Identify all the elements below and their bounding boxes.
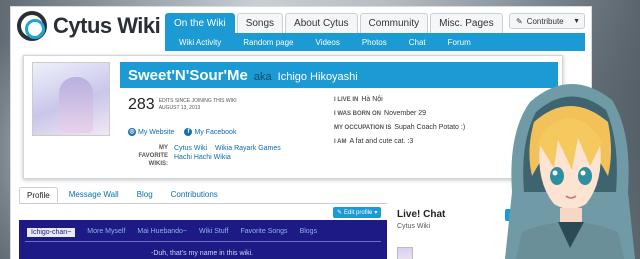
favorite-wiki-link[interactable]: Hachi Hachi Wikia xyxy=(174,154,231,161)
info-row-occupation: MY OCCUPATION IS Supah Coach Potato :) xyxy=(334,124,466,131)
subnav-photos[interactable]: Photos xyxy=(362,38,387,47)
cytus-logo-icon xyxy=(17,11,47,41)
tab-profile[interactable]: Profile xyxy=(19,187,58,203)
nav-tab-community[interactable]: Community xyxy=(359,13,429,33)
panel-tab-wiki-stuff[interactable]: Wiki Stuff xyxy=(199,228,228,237)
subnav-wiki-activity[interactable]: Wiki Activity xyxy=(179,38,221,47)
profile-content-panel: Ichigo-chan~ More Myself Mai Huebando~ W… xyxy=(19,220,387,259)
website-link[interactable]: ◎ My Website xyxy=(128,128,174,136)
tab-message-wall[interactable]: Message Wall xyxy=(62,187,126,203)
info-row-about: I AM A fat and cute cat. :3 xyxy=(334,138,414,145)
avatar-image xyxy=(59,77,93,133)
main-nav: On the Wiki Songs About Cytus Community … xyxy=(165,13,503,33)
favorite-wikis: MY FAVORITE WIKIS: Cytus Wiki Wikia Raya… xyxy=(128,144,287,168)
nav-tab-songs[interactable]: Songs xyxy=(236,13,284,33)
facebook-label: My Facebook xyxy=(194,128,237,136)
edits-label: EDITS SINCE JOINING THIS WIKI xyxy=(158,98,237,104)
nav-tab-on-the-wiki[interactable]: On the Wiki xyxy=(165,13,235,33)
panel-tab-more-myself[interactable]: More Myself xyxy=(87,228,125,237)
favorite-wiki-link[interactable]: Wikia Rayark Games xyxy=(215,145,281,152)
subnav-chat[interactable]: Chat xyxy=(409,38,426,47)
mascot-character-image xyxy=(505,83,635,259)
profile-tabs: Profile Message Wall Blog Contributions xyxy=(19,187,225,203)
site-name: Cytus Wiki xyxy=(53,13,161,38)
profile-card: Sweet'N'Sour'Me aka Ichigo Hikoyashi 283… xyxy=(23,55,563,179)
real-name: Ichigo Hikoyashi xyxy=(277,71,358,83)
panel-tab-favorite-songs[interactable]: Favorite Songs xyxy=(240,228,287,237)
favorite-wikis-label: MY FAVORITE WIKIS: xyxy=(138,145,168,167)
panel-tab-ichigo-chan[interactable]: Ichigo-chan~ xyxy=(27,228,76,237)
subnav-forum[interactable]: Forum xyxy=(448,38,471,47)
panel-tabs: Ichigo-chan~ More Myself Mai Huebando~ W… xyxy=(27,228,317,237)
facebook-icon: f xyxy=(184,128,193,136)
profile-info: I LIVE IN Hà Nội I WAS BORN ON November 29… xyxy=(334,96,465,152)
edits-date: AUGUST 13, 2013 xyxy=(158,105,201,111)
nav-tab-about-cytus[interactable]: About Cytus xyxy=(285,13,358,33)
pencil-icon: ✎ xyxy=(516,16,523,26)
info-row-birthday: I WAS BORN ON November 29 xyxy=(334,110,427,117)
contribute-button[interactable]: ✎ Contribute ▼ xyxy=(509,13,585,29)
favorite-wiki-link[interactable]: Cytus Wiki xyxy=(174,145,207,152)
website-label: My Website xyxy=(138,128,175,136)
edit-profile-button[interactable]: ✎ Edit profile ▾ xyxy=(333,207,382,218)
subnav-random-page[interactable]: Random page xyxy=(243,38,293,47)
chevron-down-icon: ▾ xyxy=(374,210,378,216)
panel-text: -Duh, that's my name in this wiki. xyxy=(151,250,254,257)
username: Sweet'N'Sour'Me xyxy=(128,67,248,84)
edit-profile-label: Edit profile xyxy=(344,209,373,216)
subnav-videos[interactable]: Videos xyxy=(316,38,340,47)
avatar[interactable] xyxy=(32,62,110,136)
edit-count: 283 xyxy=(128,96,155,113)
globe-icon: ◎ xyxy=(128,128,136,136)
site-logo[interactable]: Cytus Wiki xyxy=(17,11,161,41)
profile-links: ◎ My Website f My Facebook xyxy=(128,128,236,136)
pencil-icon: ✎ xyxy=(337,210,343,216)
panel-tab-mai-huebando[interactable]: Mai Huebando~ xyxy=(137,228,187,237)
aka-label: aka xyxy=(253,71,272,83)
tab-contributions[interactable]: Contributions xyxy=(164,187,225,203)
nav-tab-misc-pages[interactable]: Misc. Pages xyxy=(430,13,503,33)
tab-divider xyxy=(19,203,387,204)
panel-tab-blogs[interactable]: Blogs xyxy=(300,228,318,237)
panel-divider xyxy=(25,241,381,242)
tab-blog[interactable]: Blog xyxy=(130,187,160,203)
name-banner: Sweet'N'Sour'Me aka Ichigo Hikoyashi xyxy=(120,62,558,88)
chevron-down-icon: ▼ xyxy=(573,17,580,25)
facebook-link[interactable]: f My Facebook xyxy=(184,128,236,136)
sub-nav: Wiki Activity Random page Videos Photos … xyxy=(165,33,585,51)
info-row-location: I LIVE IN Hà Nội xyxy=(334,96,383,103)
contribute-label: Contribute xyxy=(526,16,564,26)
edit-count-block: 283 EDITS SINCE JOINING THIS WIKI AUGUST… xyxy=(128,96,237,114)
chat-user-avatar[interactable] xyxy=(397,247,413,259)
